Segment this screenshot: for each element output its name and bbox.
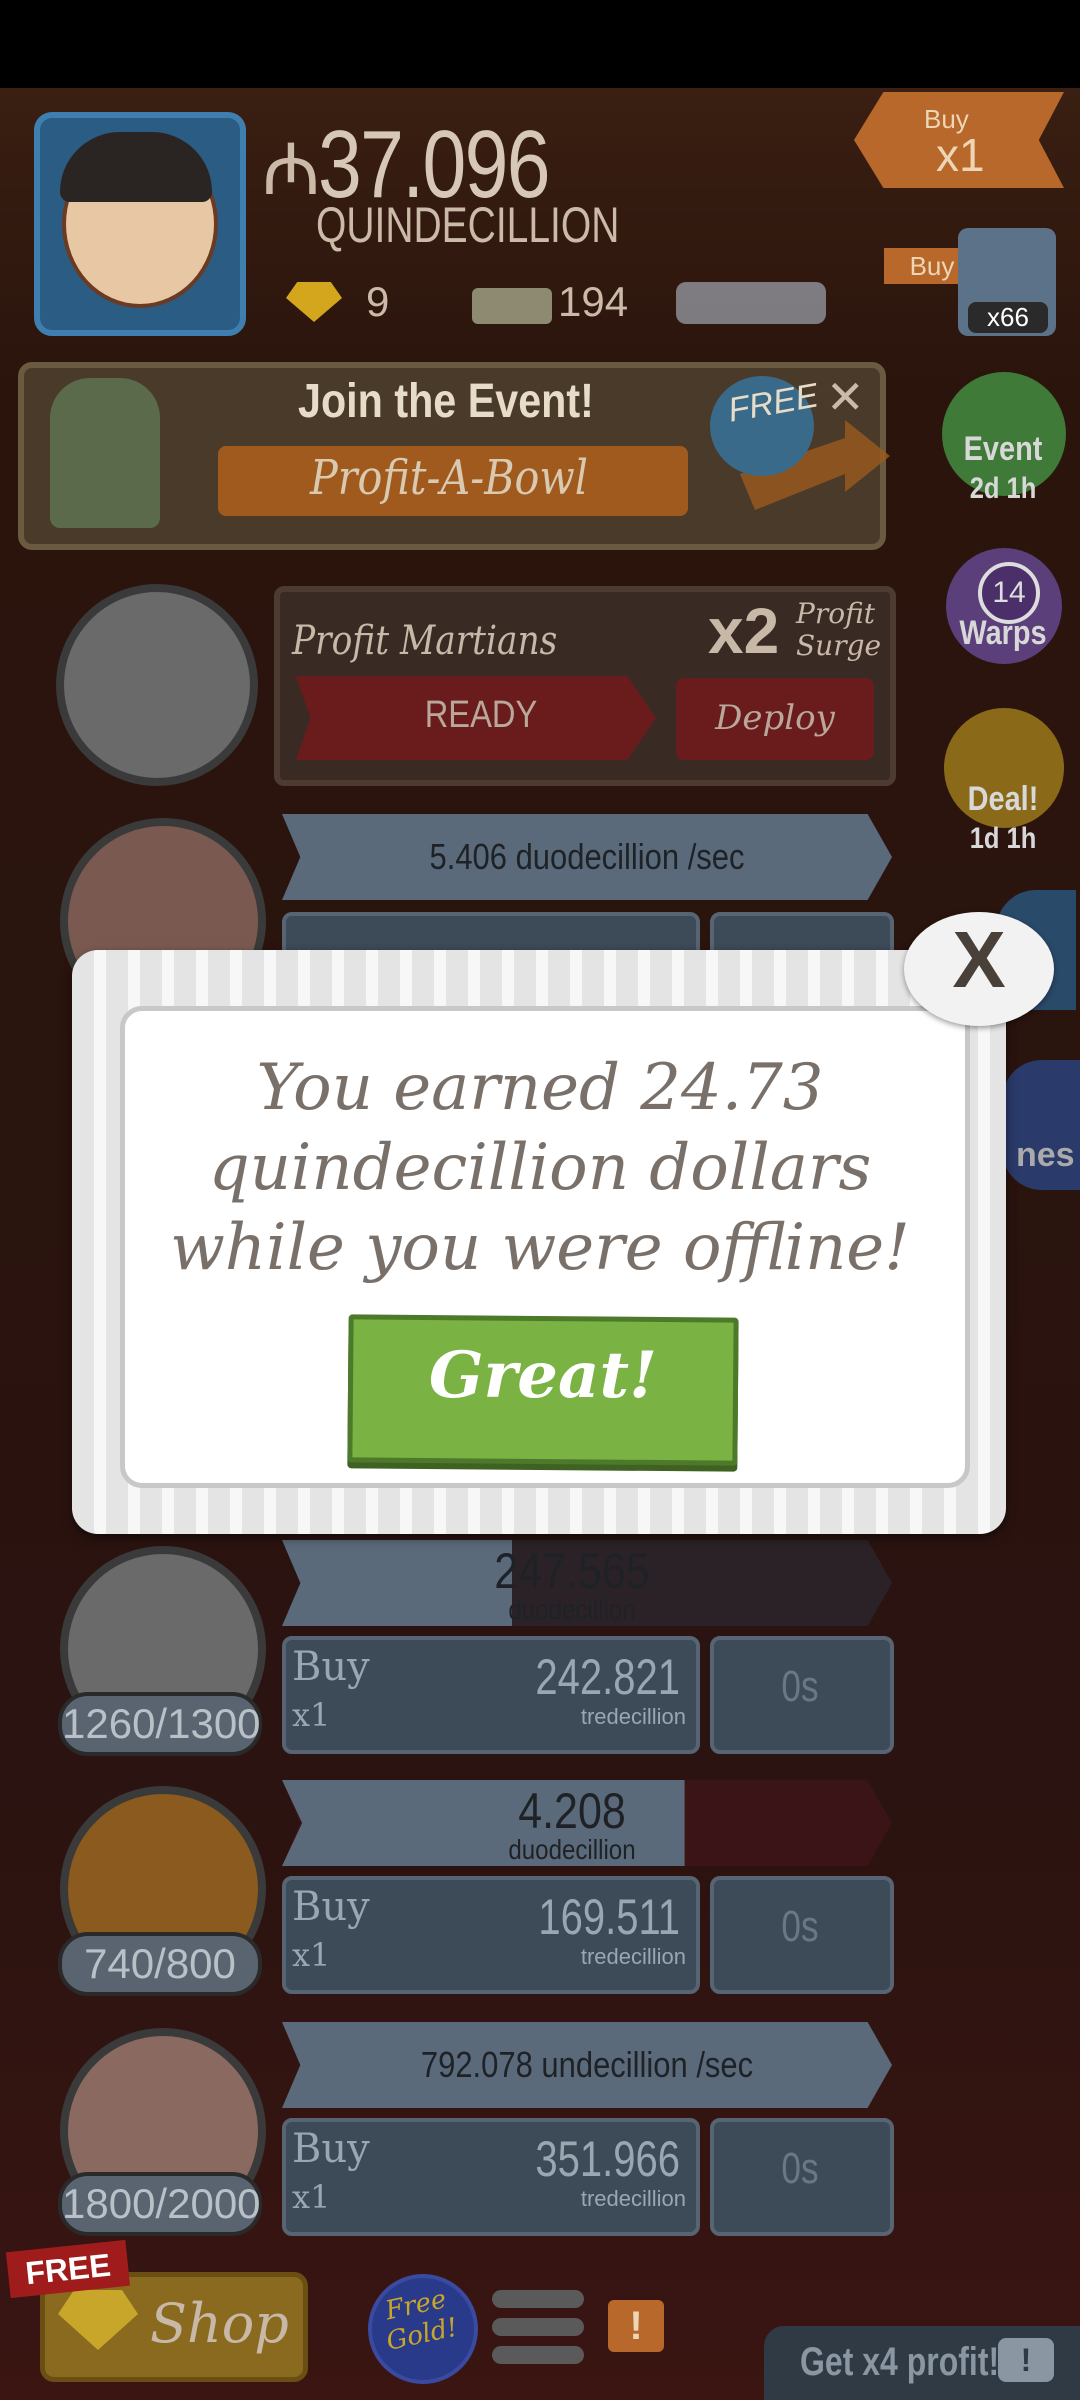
offline-earnings-message: You earned 24.73 quindecillion dollars w… bbox=[170, 1051, 910, 1285]
close-icon[interactable]: X bbox=[904, 914, 1054, 1006]
great-button-label: Great! bbox=[428, 1338, 658, 1413]
